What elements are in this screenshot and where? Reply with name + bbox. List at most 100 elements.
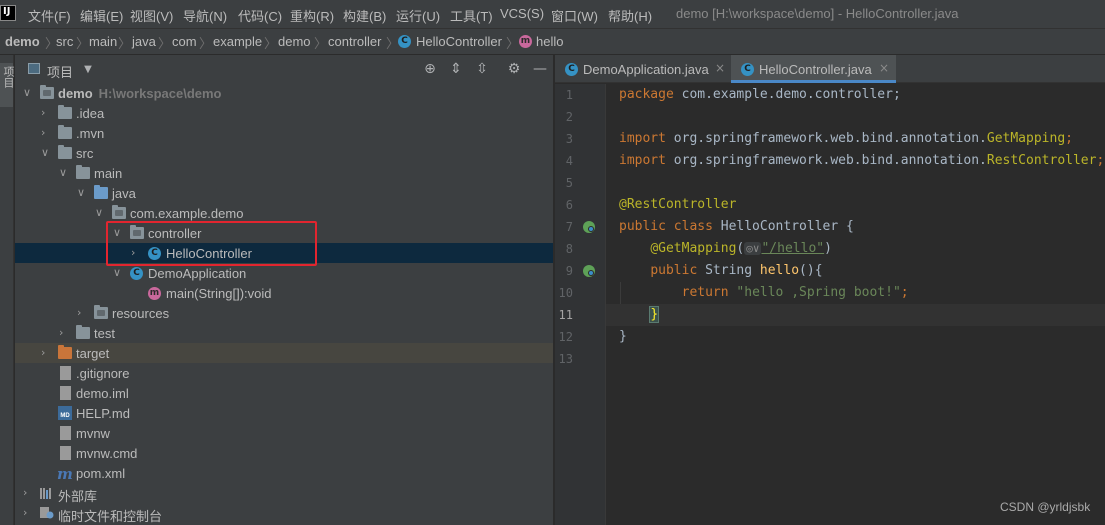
chevron-right-icon[interactable]: › — [41, 126, 45, 139]
menu-tools[interactable]: 工具(T) — [450, 6, 493, 25]
chevron-down-icon[interactable]: ∨ — [59, 166, 67, 179]
tree-item-mvnw[interactable]: mvnw — [15, 423, 553, 443]
breadcrumb-item-hellocontroller[interactable]: HelloController — [416, 34, 502, 49]
tree-item-test[interactable]: › test — [15, 323, 553, 343]
chevron-right-icon[interactable]: › — [41, 346, 45, 359]
tree-item-demo[interactable]: ∨ demo H:\workspace\demo — [15, 83, 553, 103]
chevron-down-icon[interactable]: ▼ — [81, 63, 95, 77]
breadcrumb-item-example[interactable]: example — [213, 34, 262, 49]
code-token: hello — [759, 263, 800, 278]
breadcrumb-item-java[interactable]: java — [132, 34, 156, 49]
tree-item-java[interactable]: ∨ java — [15, 183, 553, 203]
tree-item-help-md[interactable]: MD HELP.md — [15, 403, 553, 423]
project-panel-title[interactable]: 项目 — [47, 62, 73, 81]
chevron-right-icon[interactable]: › — [77, 306, 81, 319]
menu-vcs[interactable]: VCS(S) — [500, 6, 544, 21]
module-folder-icon — [40, 85, 54, 99]
text-file-icon — [60, 366, 71, 380]
tree-item-label: mvnw.cmd — [76, 446, 138, 461]
line-number: 10 — [558, 286, 573, 300]
breadcrumb: demo 〉 src 〉 main 〉 java 〉 com 〉 example… — [0, 28, 1105, 55]
code-token: import — [619, 131, 666, 146]
tree-item-com-example-demo[interactable]: ∨ com.example.demo — [15, 203, 553, 223]
close-icon[interactable]: × — [879, 61, 889, 75]
locate-icon[interactable]: ⊕ — [423, 62, 437, 76]
tree-item-main[interactable]: ∨ main — [15, 163, 553, 183]
code-token: String — [697, 263, 760, 278]
intellij-logo-icon[interactable] — [0, 5, 16, 21]
menu-file[interactable]: 文件(F) — [28, 6, 71, 25]
tab-demoapplication[interactable]: C DemoApplication.java × — [555, 55, 731, 83]
tab-hellocontroller[interactable]: C HelloController.java × — [731, 55, 896, 83]
breadcrumb-item-main[interactable]: main — [89, 34, 117, 49]
editor-tab-bar: C DemoApplication.java × C HelloControll… — [555, 55, 1105, 83]
project-tool-tab-label: 项目 — [2, 66, 14, 88]
tree-item-external-libraries[interactable]: › 外部库 — [15, 483, 553, 504]
chevron-down-icon[interactable]: ∨ — [113, 266, 121, 279]
breadcrumb-item-demo[interactable]: demo — [5, 34, 40, 49]
breadcrumb-item-demo-pkg[interactable]: demo — [278, 34, 311, 49]
matched-brace: } — [649, 306, 660, 323]
chevron-right-icon[interactable]: › — [23, 486, 27, 499]
scratches-icon — [40, 507, 54, 519]
editor-gutter: 1 2 3 4 5 6 7 8 9 10 11 12 13 — [555, 84, 605, 525]
spring-request-mapping-icon[interactable] — [582, 264, 596, 278]
maven-icon: m — [57, 465, 73, 483]
menu-window[interactable]: 窗口(W) — [551, 6, 598, 25]
chevron-down-icon[interactable]: ∨ — [77, 186, 85, 199]
tree-item-label: pom.xml — [76, 466, 126, 481]
breadcrumb-item-src[interactable]: src — [56, 34, 73, 49]
tree-item-label: .mvn — [76, 126, 105, 141]
menu-run[interactable]: 运行(U) — [396, 6, 440, 25]
chevron-down-icon[interactable]: ∨ — [23, 86, 31, 99]
chevron-down-icon[interactable]: ∨ — [41, 146, 49, 159]
tree-item-scratches[interactable]: › 临时文件和控制台 — [15, 503, 553, 524]
menu-edit[interactable]: 编辑(E) — [80, 6, 123, 25]
tree-item-label: main(String[]):void — [166, 286, 272, 301]
close-icon[interactable]: × — [715, 61, 725, 75]
tree-item-mvn[interactable]: › .mvn — [15, 123, 553, 143]
tree-item-src[interactable]: ∨ src — [15, 143, 553, 163]
tree-item-idea[interactable]: › .idea — [15, 103, 553, 123]
code-line-9: public String hello(){ — [619, 263, 822, 278]
tree-item-resources[interactable]: › resources — [15, 303, 553, 323]
menu-build[interactable]: 构建(B) — [343, 6, 386, 25]
tree-item-demo-iml[interactable]: demo.iml — [15, 383, 553, 403]
minimize-icon[interactable]: — — [533, 62, 547, 76]
iml-file-icon — [60, 386, 71, 400]
spring-bean-icon[interactable] — [582, 220, 596, 234]
chevron-right-icon[interactable]: › — [23, 506, 27, 519]
gear-icon[interactable]: ⚙ — [507, 62, 521, 76]
expand-all-icon[interactable]: ⇕ — [449, 62, 463, 76]
code-token[interactable]: "/hello" — [761, 241, 824, 256]
menu-help[interactable]: 帮助(H) — [608, 6, 652, 25]
breadcrumb-item-com[interactable]: com — [172, 34, 197, 49]
code-token: package — [619, 87, 674, 102]
menu-code[interactable]: 代码(C) — [238, 6, 282, 25]
code-editor[interactable]: package com.example.demo.controller; imp… — [605, 84, 1105, 525]
project-tool-tab[interactable]: 项目 — [0, 63, 14, 107]
code-token: } — [619, 329, 627, 344]
tree-item-main-method[interactable]: m main(String[]):void — [15, 283, 553, 303]
breadcrumb-item-hello[interactable]: hello — [536, 34, 563, 49]
tree-item-gitignore[interactable]: .gitignore — [15, 363, 553, 383]
tree-item-pom-xml[interactable]: m pom.xml — [15, 463, 553, 483]
tree-item-demoapplication[interactable]: ∨ C DemoApplication — [15, 263, 553, 283]
menu-refactor[interactable]: 重构(R) — [290, 6, 334, 25]
line-number: 9 — [565, 264, 573, 278]
inlay-hint-icon[interactable]: ◎∨ — [744, 242, 762, 255]
menu-navigate[interactable]: 导航(N) — [183, 6, 227, 25]
tree-item-label: HELP.md — [76, 406, 130, 421]
code-token: "hello ,Spring boot!" — [728, 285, 901, 300]
tree-item-mvnw-cmd[interactable]: mvnw.cmd — [15, 443, 553, 463]
code-line-6: @RestController — [619, 197, 736, 212]
collapse-all-icon[interactable]: ⇳ — [475, 62, 489, 76]
menu-view[interactable]: 视图(V) — [130, 6, 173, 25]
chevron-right-icon[interactable]: › — [59, 326, 63, 339]
script-file-icon — [60, 426, 71, 440]
tree-item-target[interactable]: › target — [15, 343, 553, 363]
line-number: 11 — [558, 308, 573, 322]
breadcrumb-item-controller[interactable]: controller — [328, 34, 381, 49]
chevron-down-icon[interactable]: ∨ — [95, 206, 103, 219]
chevron-right-icon[interactable]: › — [41, 106, 45, 119]
